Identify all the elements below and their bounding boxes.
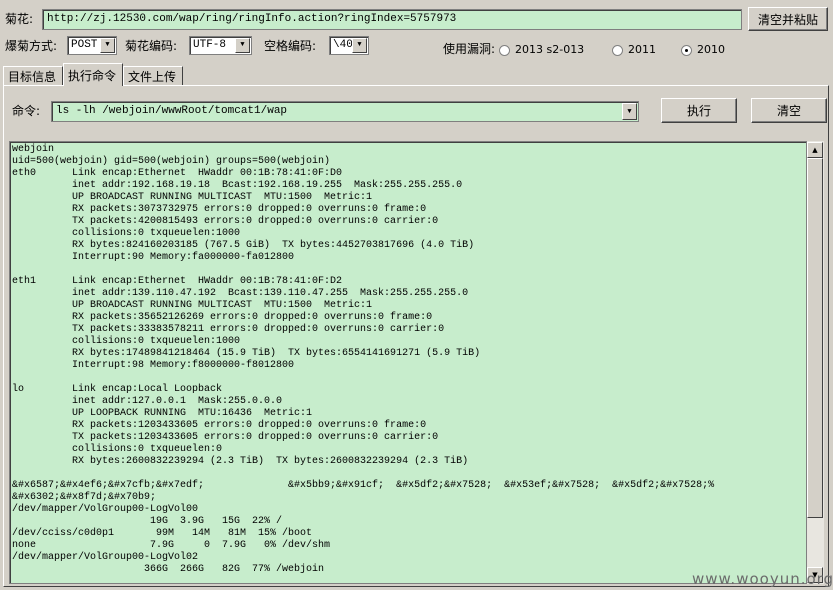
execute-button[interactable]: 执行 [661, 98, 737, 123]
clear-and-paste-button[interactable]: 清空并粘贴 [748, 7, 828, 31]
vuln-option-2013[interactable]: 2013 s2-013 [499, 42, 584, 58]
chevron-down-icon: ▼ [100, 38, 115, 53]
vuln-option-label: 2013 s2-013 [515, 43, 585, 56]
command-label: 命令: [12, 104, 41, 118]
chevron-down-icon[interactable]: ▼ [622, 103, 637, 120]
tab-label: 执行命令 [68, 68, 117, 83]
output-scrollbar[interactable]: ▲ ▼ [807, 141, 824, 584]
radio-button[interactable] [499, 44, 510, 56]
output-text: webjoin uid=500(webjoin) gid=500(webjoin… [12, 144, 715, 575]
space-encoding-value: \40 [333, 39, 353, 51]
vuln-option-label: 2010 [697, 43, 725, 56]
vuln-label: 使用漏洞: [443, 42, 496, 56]
radio-button[interactable] [612, 44, 623, 56]
tab-execute-command[interactable]: 执行命令 [63, 63, 123, 86]
vuln-option-2011[interactable]: 2011 [612, 42, 656, 58]
tab-label: 文件上传 [128, 70, 177, 84]
tab-label: 目标信息 [8, 70, 57, 84]
watermark: www.wooyun.org [692, 570, 833, 588]
method-value: POST [71, 39, 98, 51]
tab-target-info[interactable]: 目标信息 [3, 66, 63, 86]
tab-file-upload[interactable]: 文件上传 [123, 66, 183, 86]
method-select[interactable]: POST ▼ [67, 36, 117, 55]
chevron-down-icon: ▼ [235, 38, 250, 53]
encoding-select[interactable]: UTF-8 ▼ [189, 36, 252, 55]
url-label: 菊花: [5, 12, 34, 26]
scroll-up-icon[interactable]: ▲ [807, 142, 823, 158]
command-input[interactable]: ls -lh /webjoin/wwwRoot/tomcat1/wap ▼ [51, 101, 639, 122]
method-label: 爆菊方式: [5, 39, 58, 53]
encoding-value: UTF-8 [193, 39, 227, 51]
url-input[interactable]: http://zj.12530.com/wap/ring/ringInfo.ac… [42, 9, 742, 30]
radio-button-selected[interactable] [681, 44, 692, 56]
vuln-option-2010[interactable]: 2010 [681, 42, 725, 58]
command-value: ls -lh /webjoin/wwwRoot/tomcat1/wap [56, 105, 288, 117]
encoding-label: 菊花编码: [125, 39, 178, 53]
space-encoding-label: 空格编码: [264, 39, 317, 53]
space-encoding-select[interactable]: \40 ▼ [329, 36, 369, 55]
chevron-down-icon: ▼ [352, 38, 367, 53]
vuln-option-label: 2011 [628, 43, 656, 56]
clear-button[interactable]: 清空 [751, 98, 827, 123]
command-output[interactable]: webjoin uid=500(webjoin) gid=500(webjoin… [9, 141, 807, 584]
tab-strip: 目标信息 执行命令 文件上传 [3, 63, 183, 86]
scroll-thumb[interactable] [807, 158, 823, 518]
